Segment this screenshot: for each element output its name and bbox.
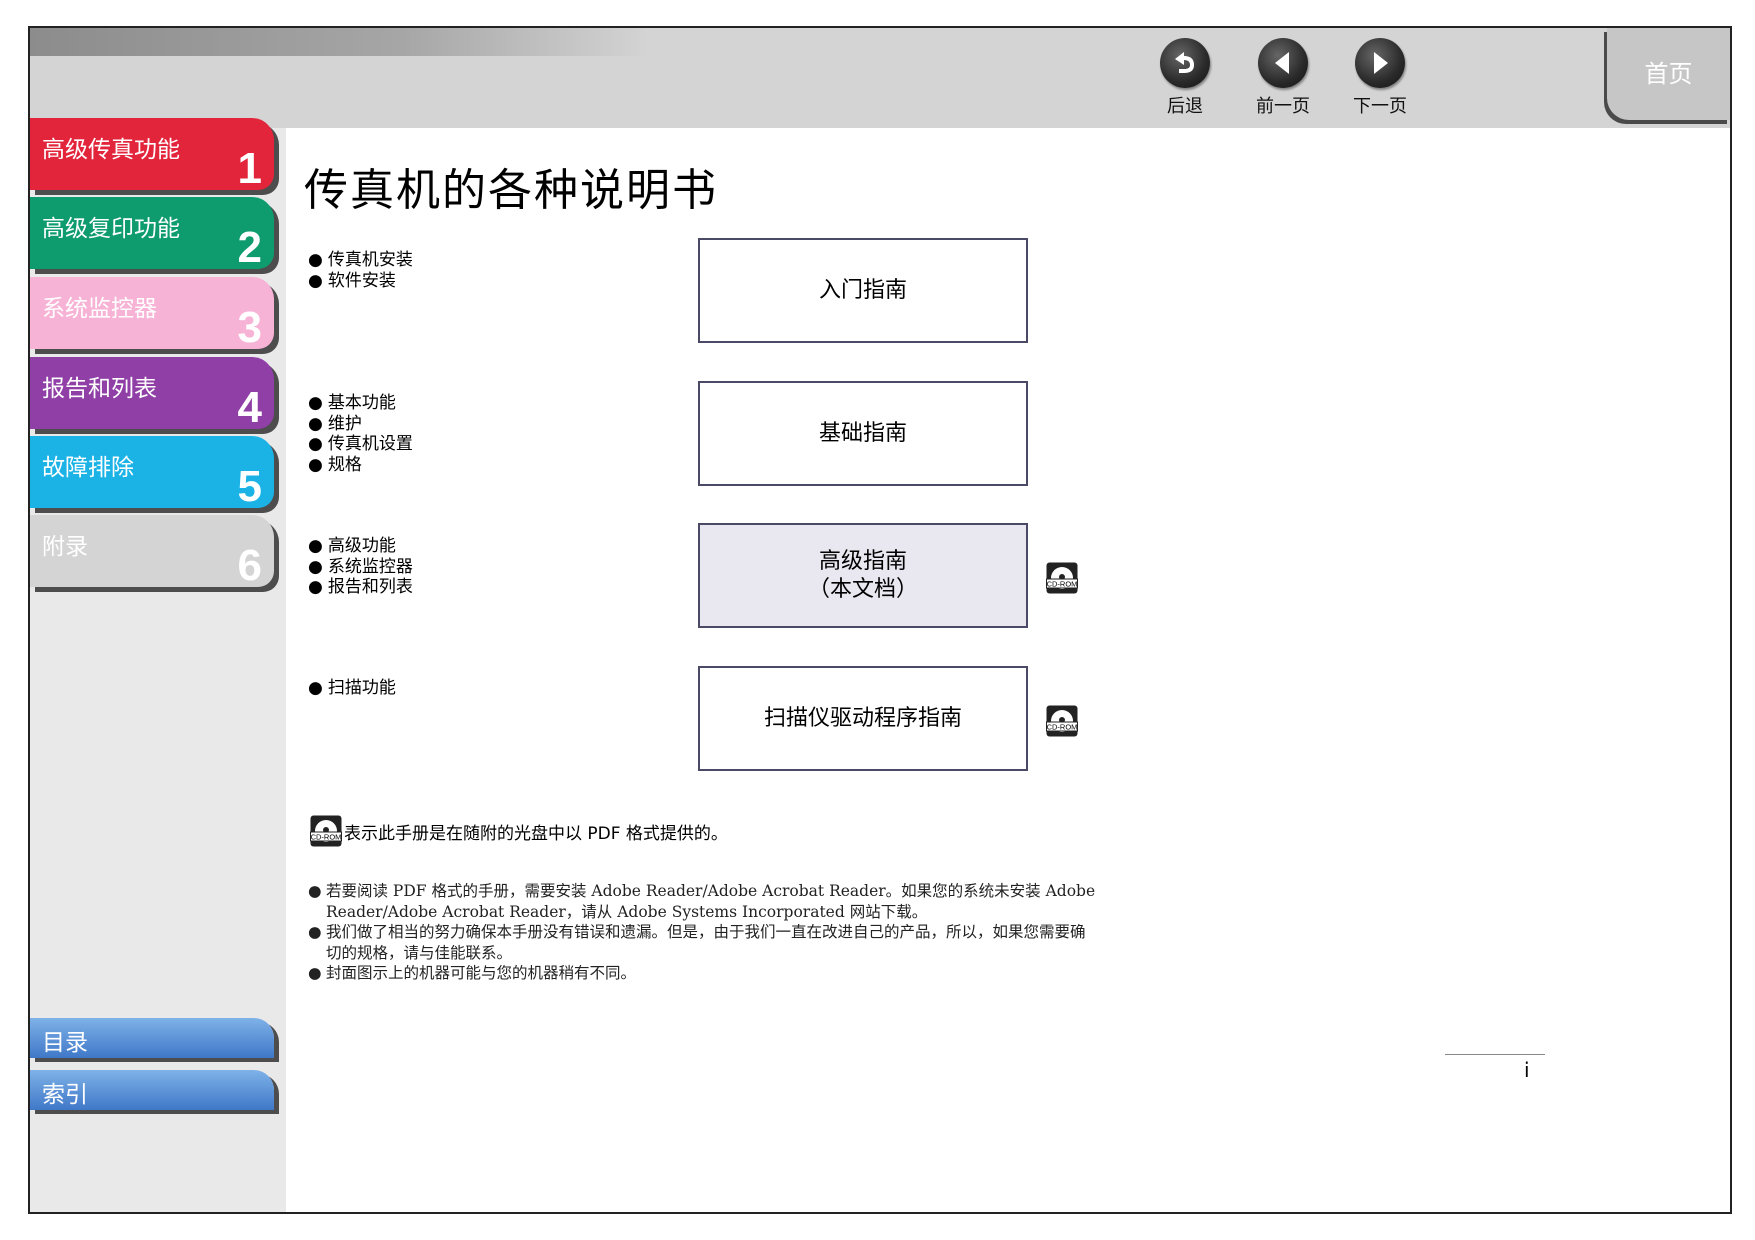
header-gradient-strip (30, 28, 650, 56)
chapter-number: 1 (237, 144, 262, 193)
guide-name: 基础指南 (818, 420, 907, 446)
home-button[interactable]: 首页 (1607, 28, 1730, 120)
chapter-number: 2 (237, 223, 262, 272)
advanced-guide-box[interactable]: 高级指南 （本文档） (698, 523, 1028, 628)
guide-topic-list-3: 高级功能 系统监控器 报告和列表 (308, 536, 413, 598)
chapter-title: 报告和列表 (42, 376, 157, 402)
footnote-item: 我们做了相当的努力确保本手册没有错误和遗漏。但是，由于我们一直在改进自己的产品，… (308, 922, 1098, 963)
contents-label: 目录 (42, 1030, 88, 1056)
chapter-tab-4[interactable]: 报告和列表 4 (30, 357, 274, 432)
back-arrow-icon (1160, 38, 1210, 88)
footnote-item: 若要阅读 PDF 格式的手册，需要安装 Adobe Reader/Adobe A… (308, 881, 1098, 922)
cd-rom-note: CD-ROM 表示此手册是在随附的光盘中以 PDF 格式提供的。 (310, 814, 728, 848)
cd-rom-icon-text: CD-ROM (1047, 723, 1078, 732)
manual-page: 后退 前一页 下一页 首页 高级传真功能 1 高级复印功能 2 系统监控器 3 … (28, 26, 1732, 1214)
right-triangle-icon (1355, 38, 1405, 88)
guide-topic-list-4: 扫描功能 (308, 678, 396, 699)
index-button[interactable]: 索引 (30, 1070, 274, 1110)
page-title: 传真机的各种说明书 (304, 165, 718, 216)
list-item: 传真机设置 (308, 434, 413, 455)
previous-page-label: 前一页 (1256, 96, 1310, 117)
left-triangle-icon (1258, 38, 1308, 88)
chapter-title: 附录 (42, 534, 88, 560)
guide-subname: （本文档） (807, 576, 918, 602)
top-navigation-bar: 后退 前一页 下一页 首页 (30, 28, 1730, 128)
list-item: 规格 (308, 455, 413, 476)
chapter-tab-6[interactable]: 附录 6 (30, 515, 274, 590)
chapter-title: 故障排除 (42, 455, 134, 481)
next-page-button[interactable]: 下一页 (1335, 38, 1425, 122)
list-item: 传真机安装 (308, 250, 413, 271)
page-number-rule (1445, 1054, 1545, 1055)
footnotes: 若要阅读 PDF 格式的手册，需要安装 Adobe Reader/Adobe A… (308, 881, 1098, 984)
list-item: 高级功能 (308, 536, 413, 557)
previous-page-button[interactable]: 前一页 (1238, 38, 1328, 122)
cd-rom-icon: CD-ROM (310, 815, 342, 847)
chapter-number: 4 (237, 383, 262, 432)
home-label: 首页 (1644, 60, 1693, 88)
chapter-tab-1[interactable]: 高级传真功能 1 (30, 118, 274, 193)
chapter-title: 高级复印功能 (42, 216, 180, 242)
cd-rom-icon-text: CD-ROM (311, 833, 342, 842)
chapter-title: 系统监控器 (42, 296, 157, 322)
list-item: 基本功能 (308, 393, 413, 414)
guide-topic-list-2: 基本功能 维护 传真机设置 规格 (308, 393, 413, 475)
list-item: 软件安装 (308, 271, 413, 292)
chapter-title: 高级传真功能 (42, 137, 180, 163)
list-item: 扫描功能 (308, 678, 396, 699)
basic-guide-box[interactable]: 基础指南 (698, 381, 1028, 486)
chapter-tab-2[interactable]: 高级复印功能 2 (30, 197, 274, 272)
chapter-tab-3[interactable]: 系统监控器 3 (30, 277, 274, 352)
list-item: 报告和列表 (308, 577, 413, 598)
guide-name: 高级指南 (818, 548, 907, 574)
page-number: i (1524, 1058, 1530, 1082)
guide-name: 扫描仪驱动程序指南 (763, 705, 962, 731)
cd-rom-icon: CD-ROM (1046, 562, 1078, 594)
chapter-number: 3 (237, 303, 262, 352)
list-item: 维护 (308, 414, 413, 435)
getting-started-guide-box[interactable]: 入门指南 (698, 238, 1028, 343)
index-label: 索引 (42, 1082, 88, 1108)
cd-rom-icon: CD-ROM (1046, 705, 1078, 737)
chapter-tab-5[interactable]: 故障排除 5 (30, 436, 274, 511)
back-button[interactable]: 后退 (1140, 38, 1230, 122)
cd-rom-icon-text: CD-ROM (1047, 580, 1078, 589)
sidebar: 高级传真功能 1 高级复印功能 2 系统监控器 3 报告和列表 4 故障排除 5… (30, 118, 286, 1212)
contents-button[interactable]: 目录 (30, 1018, 274, 1058)
guide-name: 入门指南 (818, 277, 907, 303)
next-page-label: 下一页 (1353, 96, 1407, 117)
guide-topic-list-1: 传真机安装 软件安装 (308, 250, 413, 291)
cd-rom-note-text: 表示此手册是在随附的光盘中以 PDF 格式提供的。 (344, 823, 728, 844)
scanner-driver-guide-box[interactable]: 扫描仪驱动程序指南 (698, 666, 1028, 771)
chapter-number: 5 (237, 462, 262, 511)
footnote-item: 封面图示上的机器可能与您的机器稍有不同。 (308, 963, 1098, 984)
chapter-number: 6 (237, 541, 262, 590)
list-item: 系统监控器 (308, 557, 413, 578)
back-label: 后退 (1167, 96, 1203, 117)
